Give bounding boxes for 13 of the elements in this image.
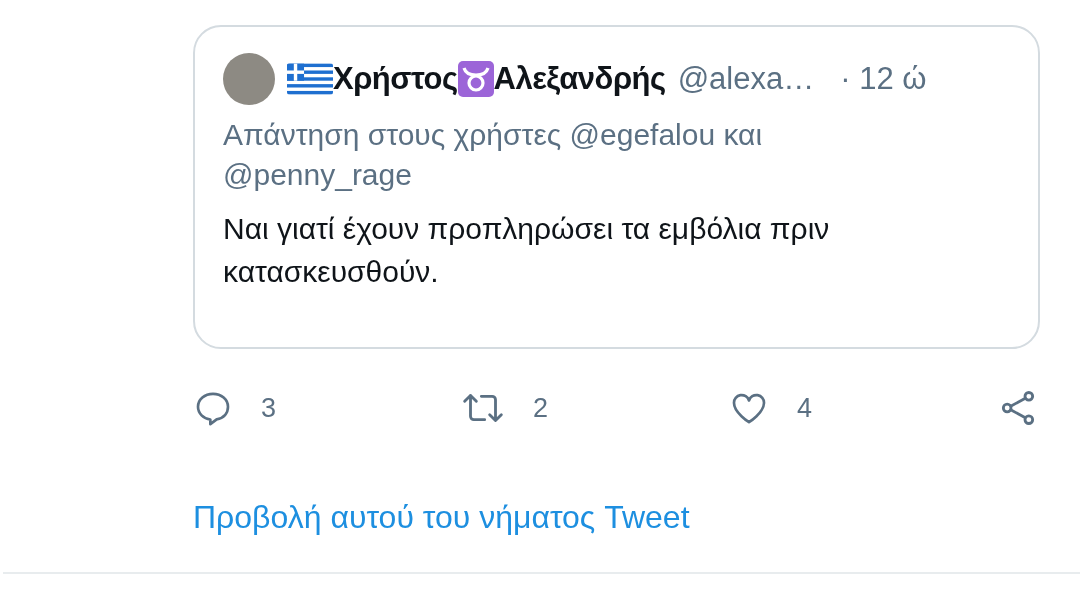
avatar-placeholder[interactable] — [223, 53, 275, 105]
tweet-text: Ναι γιατί έχουν προπληρώσει τα εμβόλια πριν κατασκευσθούν. — [223, 211, 831, 290]
reply-context: Απάντηση στους χρήστες @egefalou και @penny_rage — [223, 117, 764, 193]
author-handle: @alexa… — [677, 59, 815, 98]
quoted-tweet-card[interactable]: Χρήστος Αλεξανδρής @alexa… · 12 ώ Απάντηση στους χρήστες @egefalou και @penny_rage Ναι γιατί έχουν προπληρώσει τα εμβόλια πριν κατασκευσθούν. — [193, 25, 1040, 349]
action-count: 4 — [797, 391, 813, 425]
action-count: 2 — [533, 391, 549, 425]
action-count: 3 — [261, 391, 277, 425]
greece-flag-icon — [287, 63, 333, 95]
author-name: Αλεξανδρής — [493, 59, 666, 98]
author-name: Χρήστος — [333, 59, 458, 98]
taurus-sign-icon — [457, 61, 494, 97]
tweet-time: · 12 ώ — [840, 59, 927, 98]
